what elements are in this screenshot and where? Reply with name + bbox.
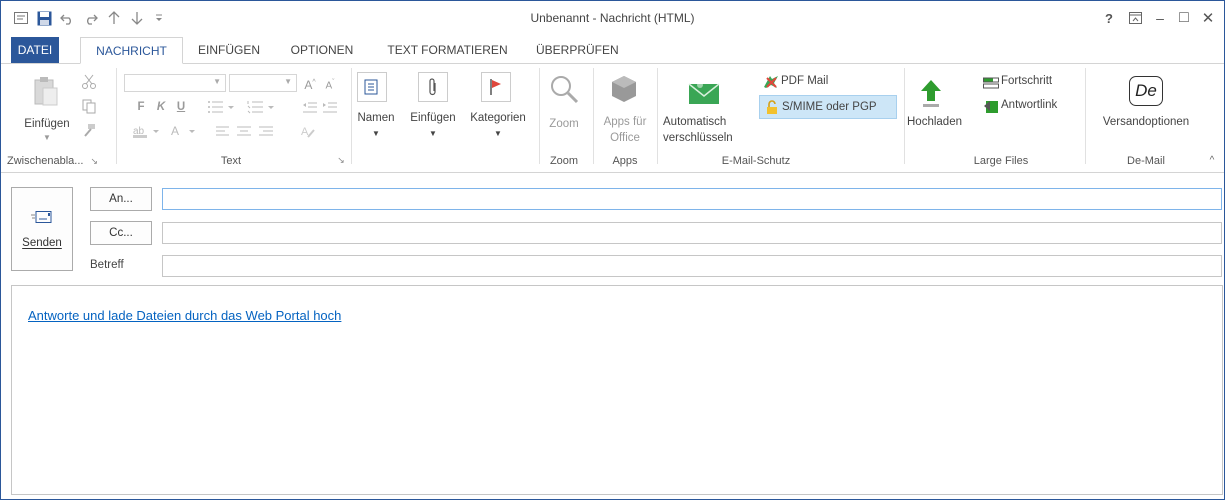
highlight-icon[interactable]: ab — [131, 122, 165, 140]
chevron-down-icon[interactable]: ▼ — [427, 126, 439, 142]
italic-button[interactable]: K — [155, 99, 167, 115]
apps-icon[interactable] — [607, 72, 641, 106]
lock-icon — [764, 99, 780, 115]
apps-group-label: Apps — [612, 155, 638, 167]
reply-link-icon[interactable] — [983, 98, 999, 114]
demail-logo-icon[interactable]: De — [1129, 76, 1163, 106]
auto-encrypt-line2[interactable]: verschlüsseln — [663, 130, 751, 146]
subject-label: Betreff — [90, 259, 124, 271]
bold-button[interactable]: F — [135, 99, 147, 115]
cc-button[interactable]: Cc... — [90, 221, 152, 245]
demail-group-label: De-Mail — [1127, 155, 1165, 167]
align-icons[interactable] — [215, 122, 275, 140]
zoom-icon[interactable] — [547, 72, 581, 106]
underline-button[interactable]: U — [175, 99, 187, 115]
separator — [116, 68, 117, 164]
tab-review[interactable]: ÜBERPRÜFEN — [536, 37, 619, 64]
cc-field[interactable] — [162, 222, 1222, 244]
message-body[interactable]: Antworte und lade Dateien durch das Web … — [11, 285, 1223, 495]
paste-dropdown-icon[interactable]: ▼ — [41, 130, 53, 146]
ribbon-display-icon[interactable] — [1124, 7, 1146, 29]
font-family-dropdown[interactable]: ▼ — [124, 74, 226, 92]
cut-icon[interactable] — [80, 73, 98, 91]
demail-logo-text: De — [1135, 81, 1157, 100]
separator — [539, 68, 540, 164]
categories-button[interactable]: Kategorien — [463, 110, 533, 126]
ribbon-tabs: DATEI NACHRICHT EINFÜGEN OPTIONEN TEXT F… — [1, 37, 1224, 64]
subject-field[interactable] — [162, 255, 1222, 277]
chevron-down-icon: ▼ — [284, 77, 292, 86]
apps-label-line2[interactable]: Office — [597, 130, 653, 146]
names-button[interactable]: Namen — [351, 110, 401, 126]
tab-message[interactable]: NACHRICHT — [80, 37, 183, 64]
separator — [1085, 68, 1086, 164]
apps-label-line1[interactable]: Apps für — [597, 114, 653, 130]
text-launcher-icon[interactable]: ↘ — [335, 155, 347, 166]
separator — [593, 68, 594, 164]
send-icon — [31, 210, 53, 227]
separator — [657, 68, 658, 164]
chevron-down-icon[interactable]: ▼ — [370, 126, 382, 142]
tab-format-text[interactable]: TEXT FORMATIEREN — [379, 37, 516, 64]
tab-insert[interactable]: EINFÜGEN — [193, 37, 265, 64]
clipboard-launcher-icon[interactable]: ↘ — [91, 156, 99, 166]
smime-button[interactable]: S/MIME oder PGP — [759, 95, 897, 119]
auto-encrypt-line1[interactable]: Automatisch — [663, 114, 751, 130]
attach-icon[interactable] — [418, 72, 448, 102]
text-group-label: Text — [220, 155, 242, 167]
clipboard-group-label: Zwischenabla... ↘ — [7, 155, 107, 167]
collapse-ribbon-button[interactable]: ^ — [1206, 155, 1218, 166]
envelope-icon[interactable] — [687, 78, 721, 108]
pdf-mail-button[interactable]: PDF Mail — [781, 73, 851, 89]
send-label: Senden — [22, 236, 62, 249]
bullets-icon[interactable] — [204, 98, 240, 116]
font-color-icon[interactable]: A — [167, 122, 201, 140]
to-field[interactable] — [162, 188, 1222, 210]
progress-button[interactable]: Fortschritt — [1001, 73, 1081, 89]
send-options-button[interactable]: Versandoptionen — [1087, 114, 1205, 130]
upload-icon[interactable] — [917, 78, 945, 110]
pdf-mail-icon[interactable] — [763, 74, 779, 90]
tab-options[interactable]: OPTIONEN — [286, 37, 358, 64]
web-portal-link[interactable]: Antworte und lade Dateien durch das Web … — [28, 308, 341, 323]
help-button[interactable]: ? — [1098, 7, 1120, 29]
clear-formatting-icon[interactable]: A — [299, 122, 317, 140]
ribbon: Einfügen ▼ Zwischenabla... ↘ ▼ ▼ A^ Aˇ F… — [1, 63, 1224, 173]
minimize-button[interactable]: – — [1149, 7, 1171, 29]
send-button[interactable]: Senden — [11, 187, 73, 271]
shrink-font-icon[interactable]: Aˇ — [321, 75, 339, 94]
separator — [904, 68, 905, 164]
increase-indent-icon[interactable] — [321, 98, 339, 116]
numbering-icon[interactable] — [244, 98, 280, 116]
reply-link-button[interactable]: Antwortlink — [1001, 97, 1081, 113]
upload-button[interactable]: Hochladen — [907, 114, 977, 130]
progress-icon[interactable] — [983, 76, 999, 90]
zoom-button[interactable]: Zoom — [541, 116, 587, 132]
smime-label: S/MIME oder PGP — [782, 101, 877, 113]
zoom-group-label: Zoom — [549, 155, 579, 167]
copy-icon[interactable] — [80, 97, 98, 115]
format-painter-icon[interactable] — [80, 121, 98, 139]
font-size-dropdown[interactable]: ▼ — [229, 74, 297, 92]
outlook-message-window: Unbenannt - Nachricht (HTML) ? – □ ✕ DAT… — [0, 0, 1225, 500]
tab-file[interactable]: DATEI — [11, 37, 59, 64]
chevron-down-icon[interactable]: ▼ — [492, 126, 504, 142]
title-bar: Unbenannt - Nachricht (HTML) ? – □ ✕ — [1, 1, 1224, 35]
insert-button[interactable]: Einfügen — [403, 110, 463, 126]
chevron-down-icon: ▼ — [213, 77, 221, 86]
decrease-indent-icon[interactable] — [301, 98, 319, 116]
grow-font-icon[interactable]: A^ — [301, 75, 319, 93]
maximize-button[interactable]: □ — [1173, 7, 1195, 29]
paste-icon[interactable] — [31, 74, 61, 108]
email-protection-group-label: E-Mail-Schutz — [721, 155, 791, 167]
close-button[interactable]: ✕ — [1197, 7, 1219, 29]
flag-icon[interactable] — [481, 72, 511, 102]
window-title: Unbenannt - Nachricht (HTML) — [530, 11, 695, 25]
clipboard-group-text: Zwischenabla... — [7, 155, 84, 167]
address-book-icon[interactable] — [357, 72, 387, 102]
svg-text:A: A — [171, 124, 179, 138]
large-files-group-label: Large Files — [973, 155, 1029, 167]
to-button[interactable]: An... — [90, 187, 152, 211]
